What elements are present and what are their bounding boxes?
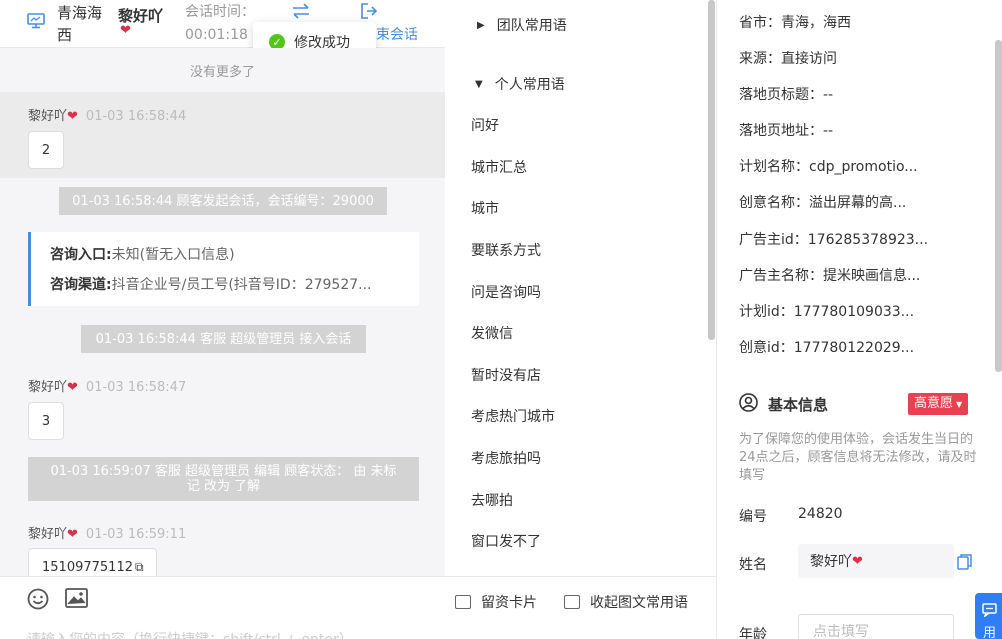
consult-entry-row: 咨询入口:未知(暂无入口信息) <box>50 247 235 263</box>
intent-badge[interactable]: 高意愿 ▼ <box>908 393 969 415</box>
heart-icon: ❤ <box>120 23 131 38</box>
input-area: 留资卡片 收起图文常用语 请输入您的内容（换行快捷键：shift/ctrl + … <box>0 576 716 639</box>
message-header: 黎好吖❤ 01-03 16:58:44 <box>28 105 186 124</box>
system-message: 01-03 16:59:07 客服 超级管理员 编辑 顾客状态： 由 未标记 改… <box>28 457 419 501</box>
team-phrases-group[interactable]: ▶ 团队常用语 <box>477 15 567 35</box>
message-text: 15109775112 <box>42 559 133 575</box>
name-value: 黎好吖 <box>810 554 852 570</box>
personal-phrases-group[interactable]: ▼ 个人常用语 <box>475 74 565 94</box>
edit-notice: 为了保障您的使用体验，会话发生当日的24点之后，顾客信息将无法修改，请及时填写 <box>739 432 977 483</box>
lead-card-button[interactable]: 留资卡片 <box>455 592 537 612</box>
name-field[interactable]: 黎好吖 ❤ <box>798 544 954 578</box>
caret-down-icon: ▼ <box>475 78 483 90</box>
chat-messages[interactable]: 没有更多了 黎好吖❤ 01-03 16:58:44 2 01-03 16:58:4… <box>0 48 445 576</box>
consult-channel-row: 咨询渠道:抖音企业号/员工号(抖音号ID：279527... <box>50 277 372 293</box>
message-bubble: 3 <box>28 402 64 440</box>
phrase-item[interactable]: 问好 <box>471 115 499 135</box>
info-scrollbar[interactable] <box>995 40 1002 372</box>
system-message: 01-03 16:58:44 客服 超级管理员 接入会话 <box>81 325 366 353</box>
age-label: 年龄 <box>739 627 767 639</box>
phrase-item[interactable]: 暂时没有店 <box>471 365 541 385</box>
card-icon <box>455 595 471 609</box>
session-time-label: 会话时间： <box>185 4 255 20</box>
info-row: 省市：青海，海西 <box>739 15 851 31</box>
message-sender: 黎好吖 <box>28 527 68 542</box>
info-row: 落地页地址：-- <box>739 123 834 139</box>
message-time: 01-03 16:58:47 <box>85 380 187 395</box>
phrase-item[interactable]: 考虑热门城市 <box>471 406 555 426</box>
no-more-text: 没有更多了 <box>189 65 255 80</box>
message-sender: 黎好吖 <box>28 380 68 395</box>
heart-icon: ❤ <box>67 109 78 124</box>
info-row: 计划名称：cdp_promotio... <box>739 159 918 175</box>
chat-icon <box>982 603 997 617</box>
info-row: 落地页标题：-- <box>739 87 834 103</box>
caret-down-icon: ▼ <box>956 400 963 409</box>
monitor-icon <box>27 13 45 29</box>
copy-icon[interactable]: ⧉ <box>135 560 144 575</box>
message-bubble: 2 <box>28 131 64 169</box>
name-label: 姓名 <box>739 557 767 573</box>
age-input[interactable]: 点击填写 <box>798 614 954 639</box>
id-value: 24820 <box>798 506 843 522</box>
chat-header: 青海海西 黎好吖 ❤ 会话时间： 00:01:18 束会话 <box>0 0 445 48</box>
heart-icon: ❤ <box>67 380 78 395</box>
message-header: 黎好吖❤ 01-03 16:58:47 <box>28 376 186 395</box>
copy-icon[interactable] <box>957 554 972 570</box>
phrase-item[interactable]: 要联系方式 <box>471 240 541 260</box>
phrase-item[interactable]: 去哪拍 <box>471 490 513 510</box>
phrases-scrollbar[interactable] <box>708 0 715 340</box>
phrase-item[interactable]: 城市 <box>471 198 499 218</box>
phrase-item[interactable]: 问是咨询吗 <box>471 282 541 302</box>
message-sender: 黎好吖 <box>28 109 68 124</box>
info-row: 广告主名称：提米映画信息... <box>739 268 921 284</box>
basic-info-title: 基本信息 <box>768 396 829 414</box>
header-location: 青海海西 <box>57 4 103 44</box>
message-input[interactable]: 请输入您的内容（换行快捷键：shift/ctrl + enter） <box>27 629 353 639</box>
message-header: 黎好吖❤ 01-03 16:59:11 <box>28 523 186 542</box>
phrase-item[interactable]: 城市汇总 <box>471 157 527 177</box>
collapse-phrases-label: 收起图文常用语 <box>590 595 688 611</box>
heart-icon: ❤ <box>852 553 863 569</box>
end-session-button[interactable]: 束会话 <box>376 24 418 44</box>
consult-info-card: 咨询入口:未知(暂无入口信息) 咨询渠道:抖音企业号/员工号(抖音号ID：279… <box>28 232 419 306</box>
system-message: 01-03 16:58:44 顾客发起会话，会话编号：29000 <box>59 187 387 215</box>
image-icon[interactable] <box>65 588 88 608</box>
info-row: 广告主id：176285378923... <box>739 232 929 248</box>
id-label: 编号 <box>739 509 767 525</box>
session-time-value: 00:01:18 <box>185 27 248 43</box>
personal-phrases-label: 个人常用语 <box>494 77 565 93</box>
transfer-icon[interactable] <box>291 3 311 19</box>
collapse-phrases-button[interactable]: 收起图文常用语 <box>564 592 688 612</box>
team-phrases-label: 团队常用语 <box>496 18 567 34</box>
caret-right-icon: ▶ <box>477 19 485 31</box>
exit-icon[interactable] <box>360 2 378 20</box>
message-bubble: 15109775112 ⧉ <box>28 548 157 576</box>
phrase-item[interactable]: 发微信 <box>471 323 513 343</box>
float-panel-label: 用 <box>983 626 997 639</box>
message-time: 01-03 16:59:11 <box>85 527 187 542</box>
float-panel-button[interactable]: 用 <box>975 593 1002 639</box>
lead-card-label: 留资卡片 <box>481 595 537 611</box>
info-row: 创意id：177780122029... <box>739 340 915 356</box>
heart-icon: ❤ <box>67 527 78 542</box>
info-row: 计划id：177780109033... <box>739 304 915 320</box>
customer-info-panel: 省市：青海，海西 来源：直接访问 落地页标题：-- 落地页地址：-- 计划名称：… <box>716 0 1002 639</box>
intent-badge-label: 高意愿 <box>914 396 954 411</box>
info-row: 来源：直接访问 <box>739 51 837 67</box>
info-row: 创意名称：溢出屏幕的高... <box>739 195 907 211</box>
common-phrases-panel: ▶ 团队常用语 ▼ 个人常用语 问好 城市汇总 城市 要联系方式 问是咨询吗 发微信… <box>453 0 716 576</box>
message-icon <box>564 595 580 609</box>
phrase-item[interactable]: 考虑旅拍吗 <box>471 448 541 468</box>
message-time: 01-03 16:58:44 <box>85 109 187 124</box>
phrase-item[interactable]: 窗口发不了 <box>471 531 541 551</box>
emoji-icon[interactable] <box>27 588 49 610</box>
user-circle-icon <box>739 393 758 412</box>
